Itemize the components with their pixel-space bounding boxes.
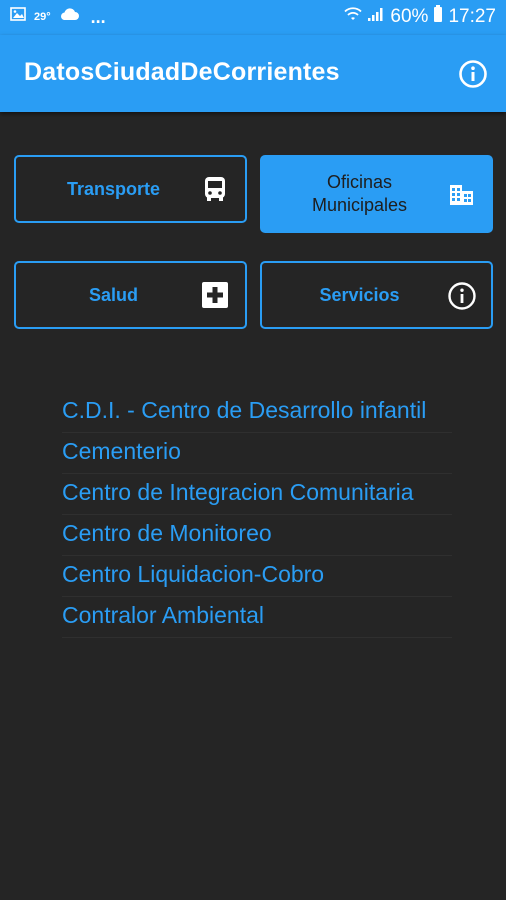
wifi-icon bbox=[344, 6, 363, 27]
list-item[interactable]: Cementerio bbox=[62, 433, 452, 474]
status-right: 60% 17:27 bbox=[344, 5, 496, 28]
battery-percent: 60% bbox=[390, 5, 429, 27]
bus-icon bbox=[201, 175, 229, 203]
category-label-oficinas-municipales: Oficinas Municipales bbox=[311, 172, 408, 215]
info-button[interactable] bbox=[458, 59, 488, 89]
category-button-transporte[interactable]: Transporte bbox=[14, 155, 247, 223]
notification-overflow: ... bbox=[90, 6, 106, 27]
temperature: 29° bbox=[34, 10, 51, 23]
list-item[interactable]: Centro de Monitoreo bbox=[62, 515, 452, 556]
category-label-servicios: Servicios bbox=[319, 284, 400, 305]
medical-cross-icon bbox=[201, 281, 229, 309]
app-bar: DatosCiudadDeCorrientes bbox=[0, 35, 506, 112]
category-button-servicios[interactable]: Servicios bbox=[260, 261, 493, 329]
clock: 17:27 bbox=[448, 5, 496, 27]
app-title: DatosCiudadDeCorrientes bbox=[24, 58, 340, 86]
building-icon bbox=[447, 180, 475, 208]
category-button-salud[interactable]: Salud bbox=[14, 261, 247, 329]
signal-icon bbox=[367, 6, 385, 27]
category-button-oficinas-municipales[interactable]: Oficinas Municipales bbox=[260, 155, 493, 233]
battery-icon bbox=[433, 5, 443, 28]
offices-list: C.D.I. - Centro de Desarrollo infantil C… bbox=[62, 392, 452, 638]
info-icon bbox=[459, 60, 487, 88]
cloud-icon bbox=[59, 7, 79, 26]
category-label-salud: Salud bbox=[88, 284, 138, 305]
list-item[interactable]: C.D.I. - Centro de Desarrollo infantil bbox=[62, 392, 452, 433]
list-item[interactable]: Centro Liquidacion-Cobro bbox=[62, 556, 452, 597]
category-label-transporte: Transporte bbox=[66, 178, 161, 199]
info-icon bbox=[447, 281, 476, 310]
status-left: 29° ... bbox=[10, 7, 106, 26]
image-icon bbox=[10, 7, 26, 26]
list-item[interactable]: Contralor Ambiental bbox=[62, 597, 452, 638]
status-bar: 29° ... 60% 17:27 bbox=[0, 0, 506, 35]
list-item[interactable]: Centro de Integracion Comunitaria bbox=[62, 474, 452, 515]
